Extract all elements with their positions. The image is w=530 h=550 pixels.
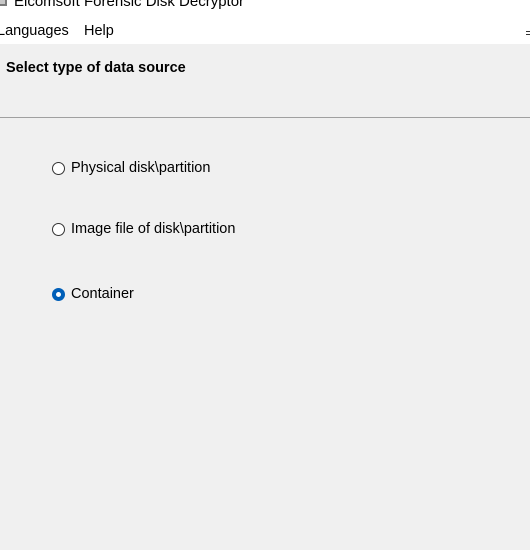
option-label: Container xyxy=(71,286,134,302)
option-label: Physical disk\partition xyxy=(71,160,211,176)
radio-button-selected[interactable] xyxy=(52,287,65,301)
wizard-page: Select type of data source Physical disk… xyxy=(0,44,530,550)
menu-languages[interactable]: Languages xyxy=(0,23,69,39)
header-divider xyxy=(0,117,530,118)
menu-help[interactable]: Help xyxy=(84,23,114,39)
option-physical-disk[interactable]: Physical disk\partition xyxy=(52,158,210,178)
overflow-icon xyxy=(526,28,530,38)
option-label: Image file of disk\partition xyxy=(71,221,236,237)
radio-button[interactable] xyxy=(52,222,65,236)
option-container[interactable]: Container xyxy=(52,284,134,304)
window-title: Elcomsoft Forensic Disk Decryptor xyxy=(14,0,245,10)
page-title: Select type of data source xyxy=(6,60,186,76)
app-icon xyxy=(0,0,8,6)
menu-bar: Languages Help xyxy=(0,18,530,44)
radio-button[interactable] xyxy=(52,161,65,175)
title-bar: Elcomsoft Forensic Disk Decryptor xyxy=(0,0,530,18)
page-header: Select type of data source xyxy=(0,44,530,118)
option-image-file[interactable]: Image file of disk\partition xyxy=(52,219,235,239)
